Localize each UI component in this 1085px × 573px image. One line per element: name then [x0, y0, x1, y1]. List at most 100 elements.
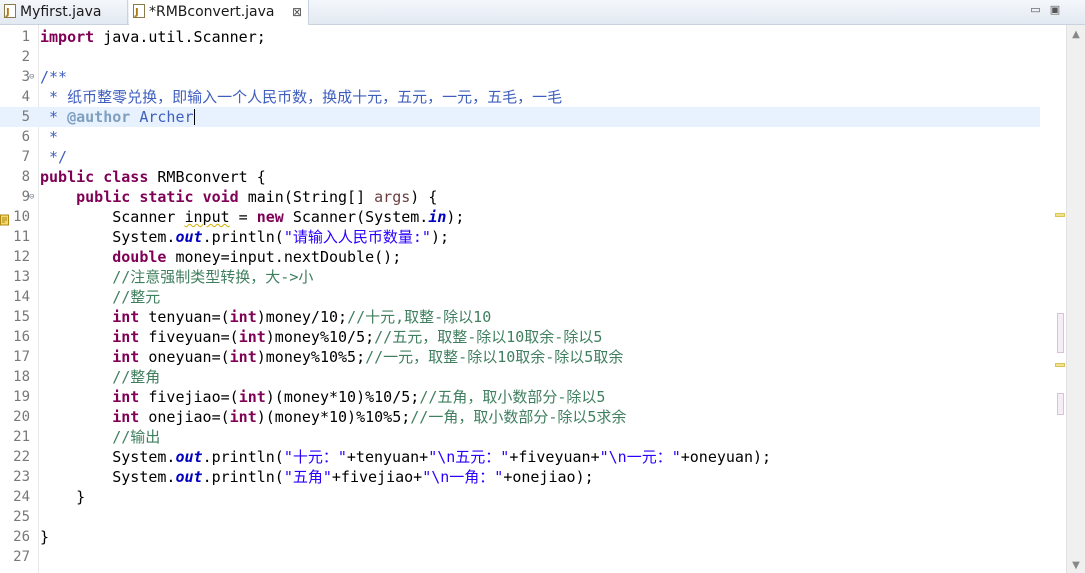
line-number: 18 — [13, 369, 30, 385]
code-line[interactable]: 9 ⊖ public static void main(String[] args… — [0, 187, 1040, 207]
code-token: void — [202, 188, 239, 206]
code-line[interactable]: 25 — [0, 507, 1040, 527]
tab-myfirst-java[interactable]: J Myfirst.java — [0, 0, 128, 24]
code-line[interactable]: 6 * — [0, 127, 1040, 147]
tab-rmbconvert-java[interactable]: J *RMBconvert.java ⊠ — [129, 0, 309, 25]
tab-label: *RMBconvert.java — [149, 4, 275, 20]
vertical-scrollbar[interactable]: ▲ ▼ — [1066, 25, 1085, 573]
warning-icon[interactable] — [0, 211, 10, 226]
scroll-up-icon[interactable]: ▲ — [1067, 29, 1085, 40]
code-line[interactable]: 23 System.out.println("五角"+fivejiao+"\n一… — [0, 467, 1040, 487]
scroll-down-icon[interactable]: ▼ — [1067, 560, 1085, 571]
code-token: +fiveyuan+ — [509, 448, 600, 466]
code-line[interactable]: 3 ⊖/** — [0, 67, 1040, 87]
line-number: 8 — [21, 169, 30, 185]
code-line[interactable]: 2 — [0, 47, 1040, 67]
code-token: .println( — [202, 448, 284, 466]
code-token: //一角，取小数部分-除以5求余 — [410, 408, 627, 426]
warning-marker[interactable] — [1055, 363, 1065, 367]
code-token: ); — [446, 208, 465, 226]
code-token: "请输入人民币数量:" — [283, 228, 431, 246]
code-token: in — [428, 208, 447, 226]
code-token: oneyuan=( — [139, 348, 230, 366]
code-token: //一元，取整-除以10取余-除以5取余 — [365, 348, 624, 366]
code-line[interactable]: 21 //输出 — [0, 427, 1040, 447]
close-tab-icon[interactable]: ⊠ — [292, 0, 302, 24]
code-line[interactable]: 12 double money=input.nextDouble(); — [0, 247, 1040, 267]
code-token: public — [40, 168, 95, 186]
code-token: //整元 — [40, 288, 161, 306]
code-token: )money/10; — [256, 308, 348, 326]
code-line[interactable]: 16 int fiveyuan=(int)money%10/5;//五元，取整-… — [0, 327, 1040, 347]
code-line[interactable]: 1 import java.util.Scanner; — [0, 27, 1040, 47]
code-token: //整角 — [40, 368, 161, 386]
window-controls: ▭ ▣ — [1028, 3, 1064, 16]
code-line[interactable]: 17 int oneyuan=(int)money%10%5;//一元，取整-除… — [0, 347, 1040, 367]
code-line[interactable]: 19 int fivejiao=(int)(money*10)%10/5;//五… — [0, 387, 1040, 407]
line-number: 6 — [21, 129, 30, 145]
code-token: int — [112, 308, 140, 326]
code-lines[interactable]: 1 import java.util.Scanner; 2 3 ⊖/** 4 * 纸币整零… — [0, 27, 1040, 567]
code-line[interactable]: 22 System.out.println("十元："+tenyuan+"\n五… — [0, 447, 1040, 467]
java-file-icon: J — [133, 4, 145, 18]
code-text: int fivejiao=(int)(money*10)%10/5;//五角，取… — [40, 387, 605, 407]
code-token: int — [112, 348, 140, 366]
code-line[interactable]: 8 public class RMBconvert { — [0, 167, 1040, 187]
code-line[interactable]: 4 * 纸币整零兑换，即输入一个人民币数，换成十元，五元，一元，五毛，一毛 — [0, 87, 1040, 107]
code-text: //注意强制类型转换，大->小 — [40, 267, 313, 287]
code-token: /** — [40, 68, 68, 86]
maximize-icon[interactable]: ▣ — [1047, 3, 1063, 16]
line-number: 9 — [21, 189, 30, 205]
code-text: */ — [40, 147, 67, 167]
minimize-icon[interactable]: ▭ — [1028, 3, 1044, 16]
code-line[interactable]: 11 System.out.println("请输入人民币数量:"); — [0, 227, 1040, 247]
line-number: 2 — [21, 49, 30, 65]
code-token: System. — [40, 448, 176, 466]
code-line[interactable]: 26} — [0, 527, 1040, 547]
code-line[interactable]: 13 //注意强制类型转换，大->小 — [0, 267, 1040, 287]
code-line[interactable]: 15 int tenyuan=(int)money/10;//十元,取整-除以1… — [0, 307, 1040, 327]
code-token: .println( — [202, 468, 284, 486]
code-token: * — [40, 108, 68, 126]
code-text: public static void main(String[] args) { — [40, 187, 437, 207]
code-token: int — [112, 408, 140, 426]
line-number: 22 — [13, 449, 30, 465]
code-line[interactable]: 7 */ — [0, 147, 1040, 167]
code-editor[interactable]: 1 import java.util.Scanner; 2 3 ⊖/** 4 * 纸币整零… — [0, 25, 1085, 573]
code-token: "十元：" — [283, 448, 347, 466]
code-line[interactable]: 20 int onejiao=(int)(money*10)%10%5;//一角… — [0, 407, 1040, 427]
code-line[interactable]: 10 Scanner input = new Scanner(System.in… — [0, 207, 1040, 227]
fold-toggle-icon[interactable]: ⊖ — [29, 193, 37, 202]
code-line[interactable]: 18 //整角 — [0, 367, 1040, 387]
code-token: new — [256, 208, 284, 226]
code-token: )money%10/5; — [265, 328, 375, 346]
svg-text:J: J — [134, 7, 139, 18]
code-line[interactable]: 27 — [0, 547, 1040, 567]
code-token: java.util.Scanner; — [94, 28, 266, 46]
code-text: import java.util.Scanner; — [40, 27, 266, 47]
code-token: System. — [40, 228, 176, 246]
fold-toggle-icon[interactable]: ⊖ — [29, 73, 37, 82]
code-token: Scanner(System. — [283, 208, 429, 226]
code-line[interactable]: 24 } — [0, 487, 1040, 507]
code-token: //五角，取小数部分-除以5 — [419, 388, 606, 406]
code-token: } — [40, 488, 86, 506]
line-number: 16 — [13, 329, 30, 345]
code-token: ) { — [410, 188, 438, 206]
line-number: 20 — [13, 409, 30, 425]
line-number: 14 — [13, 289, 30, 305]
occurrence-marker[interactable] — [1057, 313, 1064, 353]
warning-marker[interactable] — [1055, 213, 1065, 217]
code-token: +oneyuan); — [680, 448, 772, 466]
code-text: double money=input.nextDouble(); — [40, 247, 401, 267]
line-number: 27 — [13, 549, 30, 565]
occurrence-marker[interactable] — [1057, 393, 1064, 415]
code-line[interactable]: 5 * @author Archer — [0, 107, 1040, 127]
code-line[interactable]: 14 //整元 — [0, 287, 1040, 307]
code-token: +tenyuan+ — [346, 448, 429, 466]
